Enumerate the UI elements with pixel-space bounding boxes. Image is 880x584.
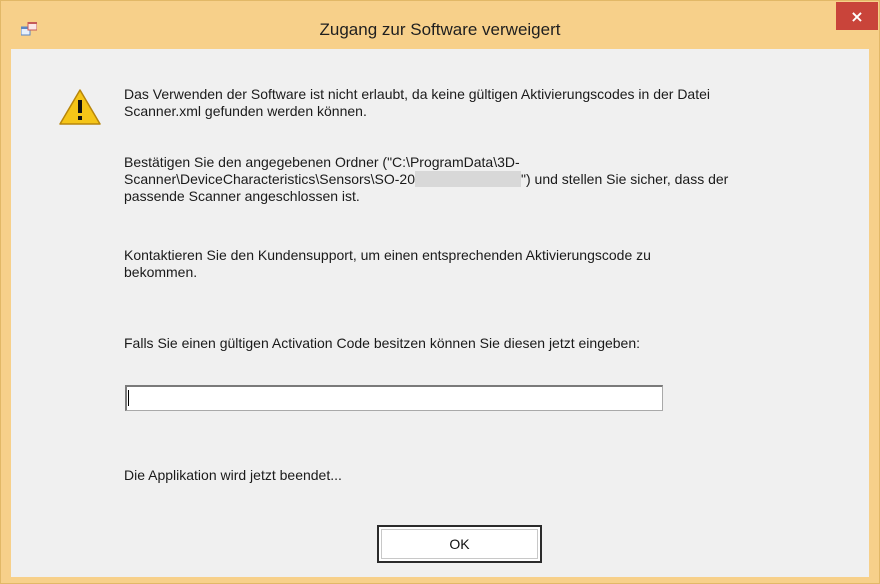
- close-button[interactable]: ×: [836, 2, 878, 30]
- ok-button[interactable]: OK: [377, 525, 542, 563]
- dialog-client-area: Das Verwenden der Software ist nicht erl…: [11, 49, 869, 577]
- title-bar[interactable]: Zugang zur Software verweigert ×: [1, 1, 879, 49]
- redacted-serial: [415, 171, 522, 187]
- activation-prompt: Falls Sie einen gültigen Activation Code…: [124, 335, 641, 351]
- close-icon: ×: [850, 6, 864, 26]
- support-message: Kontaktieren Sie den Kundensupport, um e…: [124, 247, 651, 280]
- dialog-window: Zugang zur Software verweigert × Das Ver…: [0, 0, 880, 584]
- exit-notice: Die Applikation wird jetzt beendet...: [124, 467, 342, 483]
- activation-code-input[interactable]: [125, 385, 663, 411]
- text-caret: [128, 390, 129, 406]
- error-message: Das Verwenden der Software ist nicht erl…: [124, 86, 711, 119]
- window-title: Zugang zur Software verweigert: [319, 20, 561, 39]
- warning-icon: [59, 89, 101, 125]
- folder-message: Bestätigen Sie den angegebenen Ordner ("…: [124, 154, 844, 205]
